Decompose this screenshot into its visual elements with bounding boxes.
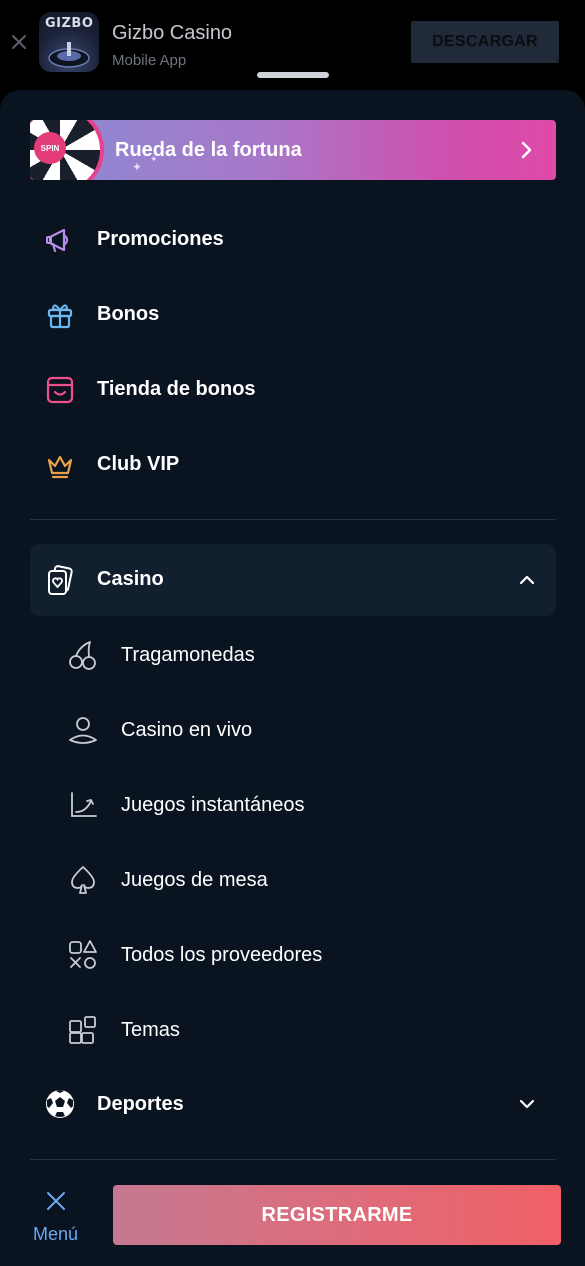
chevron-up-icon	[519, 575, 535, 585]
menu-close-toggle[interactable]: Menú	[28, 1184, 84, 1250]
menu-divider	[30, 1159, 556, 1160]
app-install-banner: GIZBO Gizbo Casino Mobile App DESCARGAR	[0, 0, 585, 90]
shapes-icon	[69, 940, 97, 969]
menu-item-deportes[interactable]: Deportes	[30, 1074, 556, 1134]
close-icon[interactable]	[9, 32, 29, 52]
chevron-down-icon	[519, 1099, 535, 1109]
menu-toggle-label: Menú	[33, 1224, 79, 1244]
menu-item-label: Promociones	[97, 228, 224, 250]
menu-item-label: Club VIP	[97, 453, 180, 475]
app-logo-text: GIZBO	[45, 16, 94, 31]
gift-icon	[44, 299, 76, 331]
submenu-item-tragamonedas[interactable]: Tragamonedas	[66, 630, 556, 680]
roulette-icon	[48, 42, 90, 68]
menu-item-label: Tienda de bonos	[97, 378, 256, 400]
live-dealer-icon	[69, 717, 97, 744]
menu-divider	[30, 519, 556, 520]
menu-item-bonos[interactable]: Bonos	[30, 285, 556, 345]
cards-icon	[44, 564, 76, 596]
shop-icon	[44, 374, 76, 406]
menu-item-label: Bonos	[97, 303, 160, 325]
megaphone-icon	[44, 224, 76, 256]
submenu-item-todos-los-proveedores[interactable]: Todos los proveedores	[66, 930, 556, 980]
sheet-drag-handle[interactable]	[257, 72, 329, 78]
menu-item-tienda-de-bonos[interactable]: Tienda de bonos	[30, 360, 556, 420]
submenu-item-label: Temas	[121, 1019, 180, 1041]
menu-item-club-vip[interactable]: Club VIP	[30, 435, 556, 495]
soccer-ball-icon	[44, 1088, 76, 1120]
spin-badge: SPIN	[34, 132, 66, 164]
wheel-of-fortune-banner[interactable]: SPIN ✦ ✦ Rueda de la fortuna	[30, 120, 556, 180]
menu-sheet: SPIN ✦ ✦ Rueda de la fortuna Promociones	[0, 90, 585, 1266]
bottom-action-bar: Menú REGISTRARME	[0, 1170, 585, 1266]
register-button[interactable]: REGISTRARME	[113, 1185, 561, 1245]
submenu-item-label: Juegos de mesa	[121, 869, 268, 891]
crown-icon	[44, 449, 76, 481]
submenu-item-juegos-de-mesa[interactable]: Juegos de mesa	[66, 855, 556, 905]
app-logo: GIZBO	[39, 12, 99, 72]
submenu-item-label: Juegos instantáneos	[121, 794, 305, 816]
submenu-item-casino-en-vivo[interactable]: Casino en vivo	[66, 705, 556, 755]
rising-chart-icon	[71, 792, 97, 817]
submenu-item-label: Casino en vivo	[121, 719, 253, 741]
spade-icon	[71, 866, 95, 894]
submenu-item-label: Todos los proveedores	[121, 944, 323, 966]
submenu-item-label: Tragamonedas	[121, 644, 255, 666]
fortune-label: Rueda de la fortuna	[115, 139, 302, 161]
app-subtitle: Mobile App	[112, 52, 187, 69]
chevron-right-icon	[521, 141, 532, 159]
menu-item-casino[interactable]: Casino	[30, 544, 556, 616]
menu-item-label: Deportes	[97, 1093, 184, 1115]
menu-item-label: Casino	[97, 568, 164, 590]
app-name: Gizbo Casino	[112, 22, 233, 44]
close-icon	[47, 1192, 65, 1210]
menu-item-promociones[interactable]: Promociones	[30, 210, 556, 270]
cherries-icon	[69, 641, 96, 670]
submenu-item-juegos-instantaneos[interactable]: Juegos instantáneos	[66, 780, 556, 830]
submenu-item-temas[interactable]: Temas	[66, 1005, 556, 1055]
themes-grid-icon	[69, 1016, 96, 1044]
download-button[interactable]: DESCARGAR	[411, 21, 559, 63]
sparkle-icon: ✦	[132, 160, 143, 174]
